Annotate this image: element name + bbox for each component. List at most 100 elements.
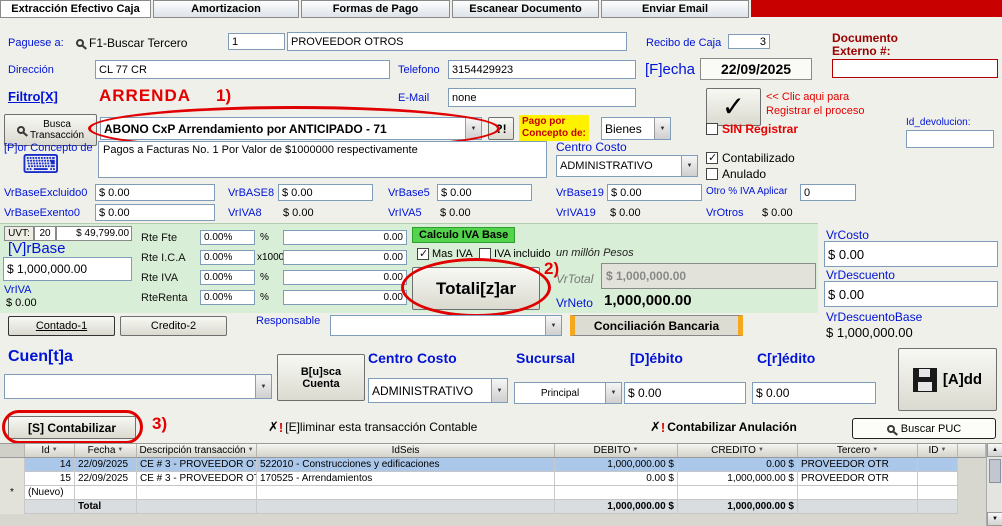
vrbase5-input[interactable]: $ 0.00: [437, 184, 532, 201]
centro-costo-select[interactable]: ADMINISTRATIVO▼: [556, 155, 698, 177]
tercero-code-input[interactable]: 1: [228, 33, 285, 50]
cell-debito: [555, 486, 678, 500]
rte-ica-pct-input[interactable]: 0.00%: [200, 250, 255, 265]
col-header-descripcion[interactable]: Descripción transacción▼: [137, 444, 257, 457]
debito-label: [D]ébito: [630, 350, 683, 366]
vrdescuentobase-value: $ 1,000,000.00: [826, 325, 913, 340]
col-header-debito[interactable]: DEBITO▼: [555, 444, 678, 457]
x-icon: ✗: [650, 419, 661, 435]
col-header-id2[interactable]: ID▼: [918, 444, 958, 457]
scroll-thumb[interactable]: [989, 459, 1001, 483]
rte-fte-pct-input[interactable]: 0.00%: [200, 230, 255, 245]
add-button[interactable]: [A]dd: [898, 348, 997, 411]
mas-iva-checkbox[interactable]: Mas IVA: [417, 248, 473, 260]
pago-concepto-select[interactable]: Bienes▼: [601, 117, 671, 140]
tercero-name-input[interactable]: PROVEEDOR OTROS: [287, 32, 627, 51]
annotation-arrenda: ARRENDA: [99, 86, 191, 106]
search-icon: [887, 425, 895, 433]
busca-cuenta-button[interactable]: B[u]scaCuenta: [277, 354, 365, 401]
sin-registrar-checkbox[interactable]: SIN Registrar: [706, 122, 798, 136]
credito-input[interactable]: $ 0.00: [752, 382, 876, 404]
otro-iva-input[interactable]: 0: [800, 184, 856, 201]
tab-amortizacion[interactable]: Amortizacion: [153, 0, 299, 18]
telefono-input[interactable]: 3154429923: [448, 60, 636, 79]
tab-escanear-documento[interactable]: Escanear Documento: [452, 0, 599, 18]
table-row-selected[interactable]: 14 22/09/2025 CE # 3 - PROVEEDOR OTROS 5…: [0, 458, 958, 472]
vrbaseexcluido0-input[interactable]: $ 0.00: [95, 184, 215, 201]
credito-button[interactable]: Credito-2: [120, 316, 227, 336]
eliminar-transaccion-link[interactable]: ✗![E]liminar esta transacción Contable: [268, 419, 477, 435]
row-selector[interactable]: [0, 472, 25, 486]
col-header-idseis[interactable]: IdSeis: [257, 444, 555, 457]
vriva8-value: $ 0.00: [283, 207, 314, 219]
cell-fecha: 22/09/2025: [75, 458, 137, 472]
cell-descripcion: CE # 3 - PROVEEDOR OTROS: [137, 458, 257, 472]
concepto-input[interactable]: Pagos a Facturas No. 1 Por Valor de $100…: [98, 141, 547, 178]
direccion-input[interactable]: CL 77 CR: [95, 60, 390, 79]
chevron-down-icon: ▼: [681, 156, 697, 176]
documento-externo-label: DocumentoExterno #:: [832, 32, 898, 58]
rte-renta-pct-input[interactable]: 0.00%: [200, 290, 255, 305]
id-devolucion-input[interactable]: [906, 130, 994, 148]
vrbase19-input[interactable]: $ 0.00: [607, 184, 702, 201]
checkbox-checked: [706, 152, 718, 164]
recibo-de-caja-input[interactable]: 3: [728, 34, 770, 49]
cell-fecha: 22/09/2025: [75, 472, 137, 486]
tab-formas-de-pago[interactable]: Formas de Pago: [301, 0, 450, 18]
col-header-id[interactable]: Id▼: [25, 444, 75, 457]
iva-incluido-checkbox[interactable]: IVA incluido: [479, 248, 551, 260]
vrbaseexento0-input[interactable]: $ 0.00: [95, 204, 215, 221]
sucursal-select[interactable]: Principal▼: [514, 382, 622, 404]
contado-button[interactable]: Contado-1: [8, 316, 115, 336]
contabilizado-checkbox[interactable]: Contabilizado: [706, 151, 795, 165]
contabilizar-button[interactable]: [S] Contabilizar: [8, 416, 136, 439]
rte-iva-unit: %: [260, 272, 269, 283]
responsable-select[interactable]: ▼: [330, 315, 562, 336]
credito-label: C[r]édito: [757, 350, 815, 366]
vrcosto-input[interactable]: $ 0.00: [824, 241, 998, 267]
buscar-puc-button[interactable]: Buscar PUC: [852, 418, 996, 439]
cell-id: 14: [25, 458, 75, 472]
conciliacion-bancaria-button[interactable]: Conciliación Bancaria: [570, 315, 743, 336]
tab-label: Escanear Documento: [469, 3, 581, 15]
col-header-credito[interactable]: CREDITO▼: [678, 444, 798, 457]
tab-extraccion-efectivo-caja[interactable]: Extracción Efectivo Caja: [0, 0, 151, 18]
ayuda-transaccion-button[interactable]: ?!: [488, 117, 514, 140]
documento-externo-input[interactable]: [832, 59, 998, 78]
buscar-tercero-control[interactable]: F1-Buscar Tercero: [76, 36, 187, 50]
scroll-up-button[interactable]: ▲: [987, 443, 1002, 457]
scroll-down-button[interactable]: ▼: [987, 512, 1002, 526]
contabilizar-anulacion-link[interactable]: ✗!Contabilizar Anulación: [650, 419, 797, 435]
grid-scrollbar[interactable]: ▲ ▼: [986, 443, 1002, 526]
col-header-fecha[interactable]: Fecha▼: [75, 444, 137, 457]
table-row[interactable]: 15 22/09/2025 CE # 3 - PROVEEDOR OTROS 1…: [0, 472, 958, 486]
rte-iva-pct-input[interactable]: 0.00%: [200, 270, 255, 285]
email-input[interactable]: none: [448, 88, 636, 107]
table-row-new[interactable]: * (Nuevo): [0, 486, 958, 500]
tipo-transaccion-select[interactable]: ABONO CxP Arrendamiento por ANTICIPADO -…: [100, 117, 482, 140]
col-header-filler: [958, 444, 986, 457]
table-row-total: Total 1,000,000.00 $ 1,000,000.00 $: [0, 500, 958, 514]
vrbase8-input[interactable]: $ 0.00: [278, 184, 373, 201]
vrbase-input[interactable]: $ 1,000,000.00: [3, 257, 132, 281]
registrar-proceso-button[interactable]: ✓: [706, 88, 761, 126]
cuenta-centro-costo-select[interactable]: ADMINISTRATIVO▼: [368, 378, 508, 403]
cell-id: 15: [25, 472, 75, 486]
new-row-marker[interactable]: *: [0, 486, 25, 500]
cell-credito: [678, 486, 798, 500]
filtro-label[interactable]: Filtro[X]: [8, 89, 58, 104]
vrbase-label: [V]rBase: [8, 240, 66, 257]
checkbox-checked: [417, 248, 429, 260]
fecha-input[interactable]: 22/09/2025: [700, 58, 812, 80]
tab-enviar-email[interactable]: Enviar Email: [601, 0, 749, 18]
cell-descripcion: [137, 500, 257, 514]
col-header-tercero[interactable]: Tercero▼: [798, 444, 918, 457]
cell-idseis: [257, 500, 555, 514]
totalizar-button[interactable]: Totali[z]ar: [412, 267, 540, 310]
vrdescuento-input[interactable]: $ 0.00: [824, 281, 998, 307]
debito-input[interactable]: $ 0.00: [624, 382, 746, 404]
row-selector[interactable]: [0, 458, 25, 472]
anulado-checkbox[interactable]: Anulado: [706, 167, 766, 181]
cuenta-select[interactable]: ▼: [4, 374, 272, 399]
busca-transaccion-label: BuscaTransacción: [30, 119, 84, 141]
